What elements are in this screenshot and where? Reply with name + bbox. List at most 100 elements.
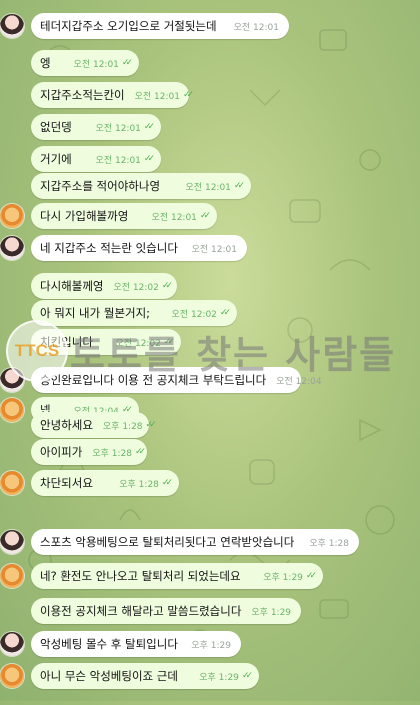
message-time: 오전 12:01 <box>185 182 231 193</box>
message-row: 다시 가입해볼까영 오전 12:01 ✓✓ <box>0 200 420 232</box>
message-text: 지갑주소를 적어야하나영 <box>40 179 161 193</box>
message-bubble[interactable]: 네? 환전도 안나오고 탈퇴처리 되었는데요 오후 1:29 ✓✓ <box>31 563 323 589</box>
message-text: 다시 가입해볼까영 <box>40 209 129 223</box>
message-time: 오전 12:02 <box>171 309 217 320</box>
read-check-icon: ✓✓ <box>241 671 253 681</box>
message-time: 오전 12:01 <box>134 91 180 102</box>
message-row: 악성베팅 몰수 후 탈퇴입니다 오후 1:29 <box>0 628 420 660</box>
message-time: 오후 1:29 <box>251 607 292 618</box>
message-time: 오전 12:01 <box>191 244 237 255</box>
message-bubble[interactable]: 악성베팅 몰수 후 탈퇴입니다 오후 1:29 <box>31 631 241 657</box>
user-avatar[interactable] <box>0 14 24 38</box>
message-row: 엥 오전 12:01 ✓✓ <box>0 47 420 79</box>
message-bubble[interactable]: 다시 가입해볼까영 오전 12:01 ✓✓ <box>31 203 217 229</box>
read-check-icon: ✓✓ <box>145 420 157 430</box>
message-text: 승인완료입니다 이용 전 공지체크 부탁드립니다 <box>40 373 267 387</box>
message-text: 테더지갑주소 오기입으로 거절됫는데 <box>40 19 217 33</box>
message-row: 아이피가 오후 1:28 ✓✓ <box>0 436 420 468</box>
message-text: 네 지갑주소 적는란 잇습니다 <box>40 241 178 255</box>
message-list: 테더지갑주소 오기입으로 거절됫는데 오전 12:01 엥 오전 12:01 ✓✓ 지갑주… <box>0 0 420 701</box>
message-row: 네 지갑주소 적는란 잇습니다 오전 12:01 <box>0 232 420 264</box>
message-time: 오후 1:28 <box>102 421 143 432</box>
message-time: 오전 12:01 <box>233 22 279 33</box>
message-bubble[interactable]: 승인완료입니다 이용 전 공지체크 부탁드립니다 오전 12:04 <box>31 367 322 393</box>
message-bubble[interactable]: 차단되서요 오후 1:28 ✓✓ <box>31 470 179 496</box>
message-row: 이용전 공지체크 해달라고 말씀드렸습니다 오후 1:29 <box>0 595 420 627</box>
message-text: 악성베팅 몰수 후 탈퇴입니다 <box>40 637 178 651</box>
message-time: 오후 1:29 <box>263 572 303 583</box>
read-check-icon: ✓✓ <box>183 90 194 100</box>
message-time: 오전 12:02 <box>113 282 159 293</box>
message-text: 차단되서요 <box>40 476 93 490</box>
message-bubble[interactable]: 네 지갑주소 적는란 잇습니다 오전 12:01 <box>31 235 247 261</box>
message-bubble[interactable]: 아 뭐지 내가 뭘본거지; 오전 12:02 ✓✓ <box>31 300 237 326</box>
message-row: 지갑주소적는칸이 오전 12:01 ✓✓ <box>0 79 420 111</box>
user-avatar[interactable] <box>0 236 24 260</box>
message-bubble[interactable]: 아니 무슨 악성베팅이죠 근데 오후 1:29 ✓✓ <box>31 663 259 689</box>
toast-avatar[interactable] <box>0 564 24 588</box>
message-row: 테더지갑주소 오기입으로 거절됫는데 오전 12:01 <box>0 10 420 42</box>
message-row: 지갑주소를 적어야하나영 오전 12:01 ✓✓ <box>0 170 420 202</box>
message-text: 네? 환전도 안나오고 탈퇴처리 되었는데요 <box>40 569 241 583</box>
message-bubble[interactable]: 아이피가 오후 1:28 ✓✓ <box>31 439 147 465</box>
message-time: 오전 12:01 <box>95 123 141 134</box>
message-row: 차단되서요 오후 1:28 ✓✓ <box>0 467 420 499</box>
read-check-icon: ✓✓ <box>143 122 155 132</box>
message-text: 지갑주소적는칸이 <box>40 88 125 102</box>
message-row: 네? 환전도 안나오고 탈퇴처리 되었는데요 오후 1:29 ✓✓ <box>0 560 420 592</box>
message-text: 아 뭐지 내가 뭘본거지; <box>40 306 151 320</box>
read-check-icon: ✓✓ <box>161 478 173 488</box>
message-row: 치킨입니다 오전 12:02 ✓✓ <box>0 326 420 358</box>
message-text: 아니 무슨 악성베팅이죠 근데 <box>40 669 178 683</box>
message-row: 아 뭐지 내가 뭘본거지; 오전 12:02 ✓✓ <box>0 297 420 329</box>
message-time: 오전 12:02 <box>115 338 161 349</box>
message-bubble[interactable]: 이용전 공지체크 해달라고 말씀드렸습니다 오후 1:29 <box>31 598 301 624</box>
message-row: 아니 무슨 악성베팅이죠 근데 오후 1:29 ✓✓ <box>0 660 420 692</box>
message-text: 엥 <box>40 56 51 70</box>
message-bubble[interactable]: 안녕하세요 오후 1:28 ✓✓ <box>31 412 157 438</box>
user-avatar[interactable] <box>0 368 24 392</box>
message-bubble[interactable]: 지갑주소를 적어야하나영 오전 12:01 ✓✓ <box>31 173 251 199</box>
toast-avatar[interactable] <box>0 664 24 688</box>
message-text: 이용전 공지체크 해달라고 말씀드렸습니다 <box>40 604 242 618</box>
toast-avatar[interactable] <box>0 471 24 495</box>
message-text: 안녕하세요 <box>40 418 93 432</box>
message-time: 오후 1:28 <box>119 479 159 490</box>
user-avatar[interactable] <box>0 530 24 554</box>
message-text: 아이피가 <box>40 445 83 459</box>
message-text: 없던뎅 <box>40 120 72 134</box>
message-time: 오후 1:29 <box>199 672 239 683</box>
message-bubble[interactable]: 지갑주소적는칸이 오전 12:01 ✓✓ <box>31 82 194 108</box>
message-row: 없던뎅 오전 12:01 ✓✓ <box>0 111 420 143</box>
read-check-icon: ✓✓ <box>143 154 155 164</box>
message-text: 다시해볼께영 <box>40 279 104 293</box>
message-row: 승인완료입니다 이용 전 공지체크 부탁드립니다 오전 12:04 <box>0 364 420 396</box>
message-time: 오전 12:01 <box>95 155 141 166</box>
message-time: 오전 12:01 <box>151 212 197 223</box>
read-check-icon: ✓✓ <box>121 58 133 68</box>
read-check-icon: ✓✓ <box>233 181 245 191</box>
message-time: 오전 12:01 <box>73 59 119 70</box>
message-bubble[interactable]: 테더지갑주소 오기입으로 거절됫는데 오전 12:01 <box>31 13 289 39</box>
message-time: 오후 1:28 <box>92 448 132 459</box>
read-check-icon: ✓✓ <box>134 447 146 457</box>
message-bubble[interactable]: 엥 오전 12:01 ✓✓ <box>31 50 139 76</box>
read-check-icon: ✓✓ <box>305 571 317 581</box>
message-text: 치킨입니다 <box>40 335 93 349</box>
message-text: 거기에 <box>40 152 72 166</box>
read-check-icon: ✓✓ <box>161 281 173 291</box>
read-check-icon: ✓✓ <box>219 308 231 318</box>
message-text: 스포츠 악용베팅으로 탈퇴처리됫다고 연락받앗습니다 <box>40 535 295 549</box>
read-check-icon: ✓✓ <box>163 337 175 347</box>
message-time: 오후 1:29 <box>191 640 231 651</box>
message-bubble[interactable]: 치킨입니다 오전 12:02 ✓✓ <box>31 329 181 355</box>
message-time: 오후 1:28 <box>309 538 349 549</box>
read-check-icon: ✓✓ <box>199 211 211 221</box>
message-bubble[interactable]: 거기에 오전 12:01 ✓✓ <box>31 146 161 172</box>
message-bubble[interactable]: 없던뎅 오전 12:01 ✓✓ <box>31 114 161 140</box>
message-bubble[interactable]: 스포츠 악용베팅으로 탈퇴처리됫다고 연락받앗습니다 오후 1:28 <box>31 529 359 555</box>
message-bubble[interactable]: 다시해볼께영 오전 12:02 ✓✓ <box>31 273 177 299</box>
message-row: 스포츠 악용베팅으로 탈퇴처리됫다고 연락받앗습니다 오후 1:28 <box>0 526 420 558</box>
toast-avatar[interactable] <box>0 204 24 228</box>
user-avatar[interactable] <box>0 632 24 656</box>
